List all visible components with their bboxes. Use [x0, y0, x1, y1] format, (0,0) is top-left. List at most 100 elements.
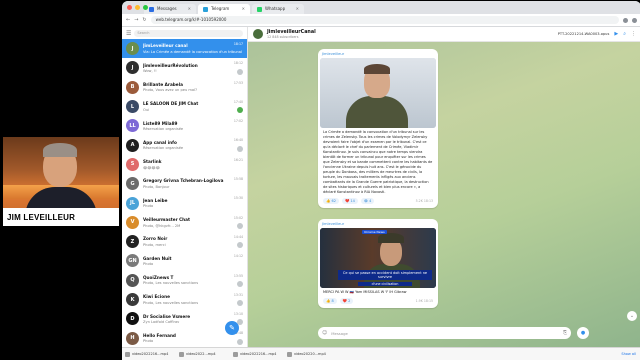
- chat-preview: Photo, Les nouvelles sanctions: [143, 281, 199, 286]
- chat-list-item[interactable]: V Veilleurmaster Chat Photo, @hkgvfr... 2M…: [122, 213, 247, 232]
- chat-name: LE SALOON DE JIM Chat: [143, 101, 199, 107]
- browser-tab[interactable]: Messages ✕: [144, 4, 196, 14]
- unread-badge: [237, 68, 243, 75]
- chat-name: Veilleurmaster Chat: [143, 217, 190, 223]
- chat-avatar: Q: [126, 273, 139, 287]
- profile-icon[interactable]: [632, 17, 637, 23]
- chat-list-item[interactable]: J JimleveilleurRévolution Wow, !! 18:12: [122, 58, 247, 77]
- chat-preview: Oui: [143, 107, 150, 112]
- download-item[interactable]: video2022...mp4: [179, 351, 227, 357]
- chat-preview: Photo, Vous avez un peu mal?: [143, 88, 197, 93]
- post-photo[interactable]: [320, 58, 436, 128]
- chat-time: 17:53: [233, 80, 243, 85]
- chat-preview: Photo: [143, 339, 154, 344]
- post-author[interactable]: Jimleveilleur: [322, 222, 434, 226]
- chat-header: JimleveilleurCanal 12 848 subscribers PT…: [248, 27, 640, 42]
- chat-list-item[interactable]: G Gregory Grivna Tchebran-Logilova Photo, …: [122, 174, 247, 193]
- chat-name: Garden Nuit: [143, 255, 172, 261]
- chat-preview: Photo, @hkgvfr... 2M: [143, 223, 181, 228]
- back-icon[interactable]: ←: [126, 17, 130, 23]
- message-input[interactable]: Message: [331, 331, 559, 336]
- chat-list-item[interactable]: GN Garden Nuit Photo 14:12: [122, 251, 247, 270]
- chat-preview: 😂😂😂😂: [143, 165, 160, 170]
- chat-avatar: GN: [126, 254, 139, 268]
- chat-list-item[interactable]: LL Liste89 Mila89 Réservation organisée 17:…: [122, 116, 247, 135]
- browser-tab-active[interactable]: Telegram ✕: [198, 4, 250, 14]
- download-item[interactable]: video20220...mp4: [287, 351, 335, 357]
- address-bar: ← → ↻ web.telegram.org/k/#-1010592000: [122, 14, 640, 27]
- chat-name: Jean Leibe: [143, 197, 168, 203]
- chat-name: Kiwi Ecione: [143, 294, 170, 300]
- chat-time: 15:02: [233, 215, 243, 220]
- chat-list-item[interactable]: A App canal info Réservation organisée 16:4…: [122, 135, 247, 154]
- chat-preview: Photo, merci: [143, 242, 166, 247]
- chat-name: QuoiZnews T: [143, 274, 174, 280]
- chat-time: 13:31: [233, 292, 243, 297]
- window-controls[interactable]: [127, 5, 148, 10]
- scroll-down-icon[interactable]: ⌄: [627, 311, 637, 321]
- tab-bar: Messages ✕ Telegram ✕ Whatsapp ✕: [122, 1, 640, 14]
- show-all-downloads-button[interactable]: Show all: [621, 352, 636, 356]
- chat-list-item[interactable]: K Kiwi Ecione Photo, Les nouvelles sanctio…: [122, 290, 247, 309]
- reload-icon[interactable]: ↻: [142, 17, 146, 23]
- forward-icon[interactable]: →: [134, 17, 138, 23]
- chat-name: Brillante Arabela: [143, 81, 183, 87]
- post-text: La Crimée a demandé la convocation d'un …: [323, 130, 433, 194]
- chat-time: 17:02: [233, 119, 243, 124]
- chat-list-item[interactable]: J JimLeveilleur canal Via: La Crimée a dem…: [122, 39, 247, 59]
- url-field[interactable]: web.telegram.org/k/#-1010592000: [150, 16, 619, 24]
- chat-list-item[interactable]: JL Jean Leibe Photo 15:30: [122, 193, 247, 212]
- search-input[interactable]: Search: [134, 29, 243, 37]
- pinned-audio[interactable]: PTT-20221214-WA0003.opus: [558, 32, 610, 36]
- chat-list-item[interactable]: Z Zorro Noir Photo, merci 14:44: [122, 232, 247, 251]
- post-author[interactable]: Jimleveilleur: [322, 52, 434, 56]
- download-item[interactable]: video2022216...mp4: [233, 351, 281, 357]
- reaction[interactable]: 😂 4: [360, 198, 375, 204]
- chat-time: 13:55: [233, 273, 243, 278]
- channel-post: Jimleveilleur La Crimée a demandé la con…: [318, 49, 438, 208]
- emoji-icon[interactable]: ☺: [322, 330, 327, 336]
- reaction[interactable]: 👍 62: [323, 198, 339, 204]
- channel-avatar[interactable]: [253, 29, 263, 39]
- compose-button[interactable]: ✎: [225, 321, 239, 335]
- microphone-icon[interactable]: ●: [577, 327, 589, 339]
- menu-icon[interactable]: ☰: [126, 30, 131, 37]
- chat-name: Dr Socialise Vsmere: [143, 313, 191, 319]
- downloads-bar: video2022216...mp4 video2022...mp4 video…: [122, 347, 640, 360]
- chat-name: Zorro Noir: [143, 236, 168, 242]
- unread-badge: [237, 145, 243, 152]
- chat-list-item[interactable]: Q QuoiZnews T Photo, Les nouvelles sanctio…: [122, 271, 247, 290]
- search-icon[interactable]: ⌕: [623, 31, 626, 37]
- extension-icon[interactable]: [623, 17, 628, 23]
- download-item[interactable]: video2022216...mp4: [125, 351, 173, 357]
- attach-icon[interactable]: ⎘: [563, 330, 567, 336]
- chat-avatar: S: [126, 157, 139, 171]
- chat-list-item[interactable]: L LE SALOON DE JIM Chat Oui 17:40: [122, 97, 247, 116]
- reaction[interactable]: ❤️ 14: [341, 198, 358, 204]
- browser-tab[interactable]: Whatsapp ✕: [252, 4, 304, 14]
- chat-preview: Photo: [143, 204, 154, 209]
- reaction[interactable]: ❤️ 2: [339, 298, 354, 304]
- post-video[interactable]: Ukraine News Ce qui se passe en occident…: [320, 228, 436, 288]
- chat-list-item[interactable]: B Brillante Arabela Photo, Vous avez un pe…: [122, 78, 247, 97]
- more-icon[interactable]: ⋮: [631, 31, 636, 37]
- channel-title[interactable]: JimleveilleurCanal: [267, 30, 316, 35]
- unread-badge: [237, 280, 243, 287]
- message-composer: ☺ Message ⎘: [318, 327, 571, 339]
- chat-time: 16:40: [233, 138, 243, 143]
- video-subtitle: Ce qui se passe en occident doit simplem…: [338, 270, 432, 280]
- chat-time: 14:44: [233, 234, 243, 239]
- channel-subscribers: 12 848 subscribers: [267, 34, 299, 39]
- chat-avatar: JL: [126, 196, 139, 210]
- chat-avatar: B: [126, 80, 139, 94]
- play-icon[interactable]: ▶: [614, 31, 618, 37]
- reaction[interactable]: 👍 8: [323, 298, 337, 304]
- chat-avatar: D: [126, 312, 139, 326]
- chat-preview: Réservation organisée: [143, 146, 184, 151]
- chat-time: 18:12: [233, 61, 243, 66]
- chat-avatar: V: [126, 215, 139, 229]
- browser-window: Messages ✕ Telegram ✕ Whatsapp ✕ ← → ↻ web.…: [122, 1, 640, 347]
- chat-view: JimleveilleurCanal 12 848 subscribers PT…: [248, 27, 640, 347]
- chat-list-item[interactable]: S Starlink 😂😂😂😂 16:21: [122, 155, 247, 174]
- chat-avatar: H: [126, 331, 139, 345]
